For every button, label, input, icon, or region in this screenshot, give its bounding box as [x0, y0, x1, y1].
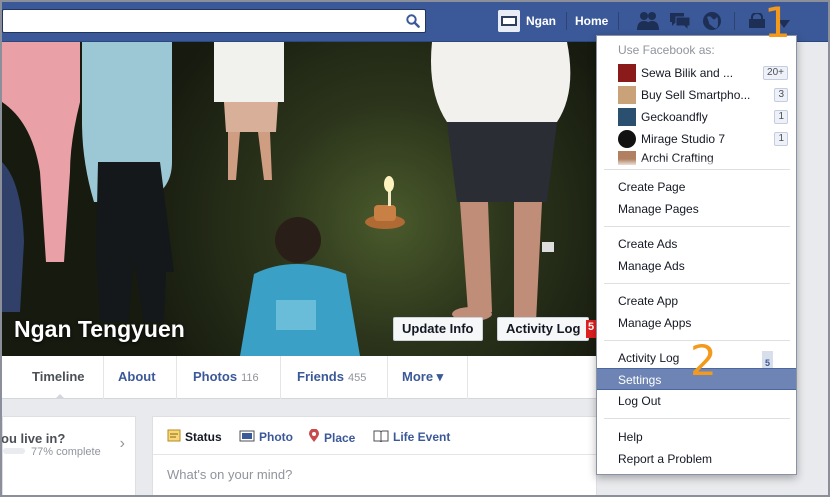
cover-photo: [2, 42, 664, 356]
page-thumbnail: [618, 86, 636, 104]
page-thumbnail: [618, 64, 636, 82]
search-icon[interactable]: [406, 14, 420, 31]
status-composer: Status Photo Place Life Event What's on …: [152, 416, 597, 497]
menu-item-manage-pages[interactable]: Manage Pages: [597, 198, 796, 220]
menu-divider: [604, 283, 790, 284]
profile-completion-card[interactable]: ou live in? 77% complete ›: [1, 416, 136, 497]
menu-item-create-ads[interactable]: Create Ads: [597, 233, 796, 255]
page-switch-item[interactable]: Geckoandfly 1: [618, 107, 788, 127]
annotation-step-2: 2: [690, 336, 717, 385]
page-switch-item[interactable]: Buy Sell Smartpho... 3: [618, 85, 788, 105]
home-link[interactable]: Home: [575, 14, 608, 28]
menu-item-create-page[interactable]: Create Page: [597, 176, 796, 198]
messages-icon[interactable]: [669, 11, 691, 34]
menu-item-report-problem[interactable]: Report a Problem: [597, 448, 796, 470]
menu-item-manage-ads[interactable]: Manage Ads: [597, 255, 796, 277]
tab-more[interactable]: More ▾: [388, 356, 468, 399]
tab-label: Photos: [193, 369, 238, 384]
user-name: Ngan: [526, 14, 556, 28]
composer-tab-label: Place: [324, 430, 356, 445]
user-avatar: [498, 10, 520, 32]
page-name: Mirage Studio 7: [641, 132, 726, 146]
nav-divider: [566, 12, 567, 30]
tab-count: 455: [347, 372, 367, 384]
tab-about[interactable]: About: [104, 356, 177, 399]
menu-item-manage-apps[interactable]: Manage Apps: [597, 312, 796, 334]
tab-label: Friends: [297, 369, 344, 384]
tab-label: More ▾: [402, 369, 444, 384]
account-dropdown-menu: Use Facebook as: Sewa Bilik and ... 20+ …: [596, 35, 797, 475]
update-info-button[interactable]: Update Info: [393, 317, 483, 341]
composer-tab-label: Status: [185, 430, 222, 444]
tab-photos[interactable]: Photos 116: [177, 356, 281, 399]
page-name: Sewa Bilik and ...: [641, 66, 734, 80]
page-notification-badge: 3: [774, 88, 788, 102]
completion-percent: 77% complete: [31, 446, 101, 458]
notifications-globe-icon[interactable]: [702, 11, 722, 34]
nav-divider: [734, 12, 735, 30]
profile-question: ou live in?: [1, 431, 66, 446]
menu-item-create-app[interactable]: Create App: [597, 290, 796, 312]
menu-item-help[interactable]: Help: [597, 426, 796, 448]
composer-tab-status[interactable]: Status: [167, 429, 222, 445]
composer-tab-label: Life Event: [393, 430, 451, 444]
composer-tab-place[interactable]: Place: [308, 428, 356, 446]
profile-tabs: Timeline About Photos 116 Friends 455 More…: [2, 356, 664, 399]
friend-requests-icon[interactable]: [637, 11, 659, 34]
page-name: Buy Sell Smartpho...: [641, 88, 751, 102]
menu-item-label: Activity Log: [618, 351, 680, 365]
status-input[interactable]: What's on your mind?: [167, 467, 292, 482]
life-event-book-icon: [373, 429, 389, 445]
scroll-fade: [598, 159, 795, 167]
place-pin-icon: [308, 428, 320, 446]
nav-divider: [618, 12, 619, 30]
tab-label: Timeline: [32, 369, 85, 384]
page-notification-badge: 20+: [763, 66, 788, 80]
page-thumbnail: [618, 108, 636, 126]
composer-tab-label: Photo: [259, 430, 293, 444]
completion-progress-bar: [3, 448, 25, 454]
composer-tab-photo[interactable]: Photo: [239, 429, 293, 445]
composer-tabs: Status Photo Place Life Event: [153, 417, 596, 455]
composer-tab-life-event[interactable]: Life Event: [373, 429, 450, 445]
use-facebook-as-header: Use Facebook as:: [618, 43, 715, 57]
tab-count: 116: [241, 372, 259, 384]
activity-log-button[interactable]: Activity Log: [497, 317, 589, 341]
tab-timeline[interactable]: Timeline: [16, 356, 104, 399]
page-thumbnail: [618, 130, 636, 148]
chevron-right-icon[interactable]: ›: [120, 435, 125, 453]
page-switch-item[interactable]: Sewa Bilik and ... 20+: [618, 63, 788, 83]
tab-label: About: [118, 369, 156, 384]
menu-divider: [604, 169, 790, 170]
menu-divider: [604, 418, 790, 419]
profile-name: Ngan Tengyuen: [14, 316, 185, 342]
search-input[interactable]: [2, 9, 426, 33]
page-name: Geckoandfly: [641, 110, 708, 124]
tab-friends[interactable]: Friends 455: [281, 356, 388, 399]
page-notification-badge: 1: [774, 110, 788, 124]
photo-icon: [239, 429, 255, 445]
cover-image: [2, 42, 664, 356]
status-pencil-icon: [167, 429, 181, 445]
annotation-step-1: 1: [764, 0, 791, 47]
profile-link[interactable]: Ngan: [498, 8, 556, 34]
menu-divider: [604, 226, 790, 227]
page-notification-badge: 1: [774, 132, 788, 146]
menu-item-log-out[interactable]: Log Out: [597, 390, 796, 412]
page-switch-item[interactable]: Mirage Studio 7 1: [618, 129, 788, 149]
